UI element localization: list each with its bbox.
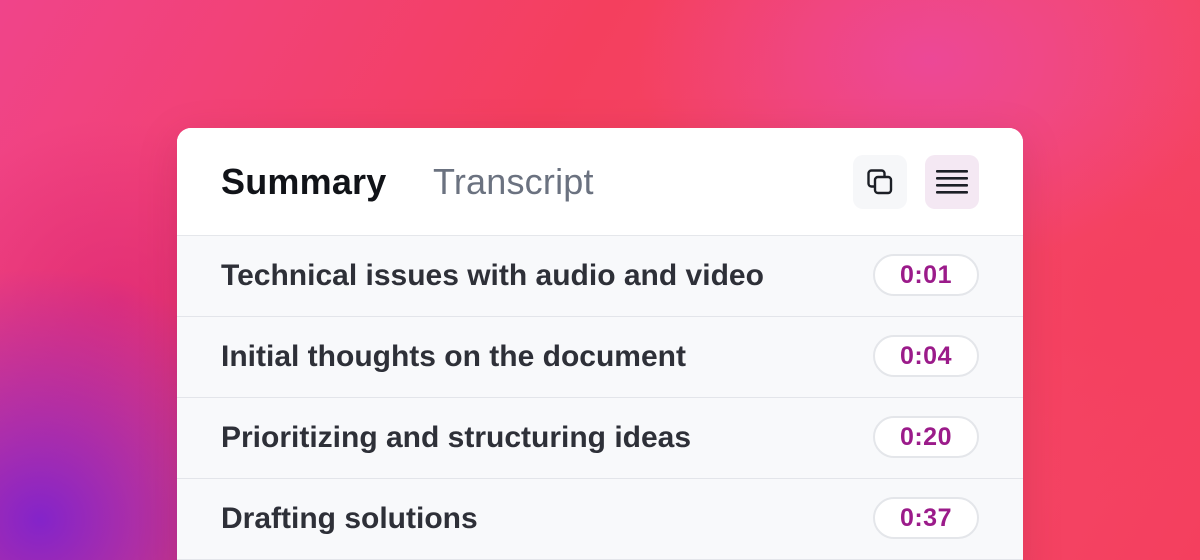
list-item[interactable]: Prioritizing and structuring ideas 0:20 (177, 398, 1023, 479)
list-icon (935, 167, 969, 197)
item-title: Prioritizing and structuring ideas (221, 421, 692, 454)
item-title: Technical issues with audio and video (221, 259, 764, 292)
list-view-button[interactable] (925, 155, 979, 209)
tab-summary[interactable]: Summary (221, 161, 386, 203)
panel-header: Summary Transcript (177, 128, 1023, 236)
item-title: Drafting solutions (221, 502, 478, 535)
list-item[interactable]: Drafting solutions 0:37 (177, 479, 1023, 560)
tab-transcript[interactable]: Transcript (433, 161, 594, 203)
copy-icon (865, 167, 895, 197)
summary-panel: Summary Transcript Technical issues with… (177, 128, 1023, 560)
copy-button[interactable] (853, 155, 907, 209)
item-title: Initial thoughts on the document (221, 340, 686, 373)
timestamp-badge[interactable]: 0:04 (872, 335, 979, 377)
list-item[interactable]: Initial thoughts on the document 0:04 (177, 317, 1023, 398)
timestamp-badge[interactable]: 0:01 (872, 254, 979, 296)
timestamp-badge[interactable]: 0:20 (872, 416, 979, 458)
timestamp-badge[interactable]: 0:37 (872, 497, 979, 539)
summary-list: Technical issues with audio and video 0:… (177, 236, 1023, 560)
list-item[interactable]: Technical issues with audio and video 0:… (177, 236, 1023, 317)
